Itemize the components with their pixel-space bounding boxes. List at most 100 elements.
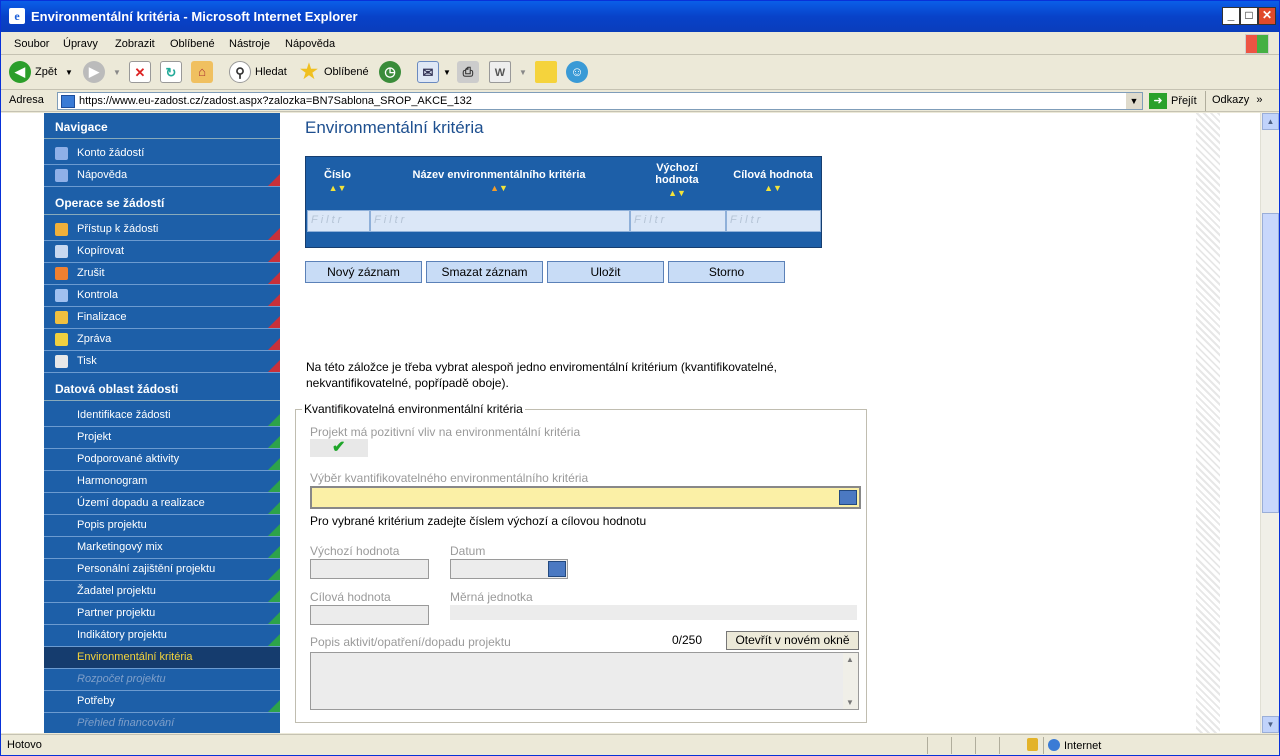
history-button[interactable]: ◷ bbox=[379, 60, 405, 84]
sidebar-item[interactable]: Projekt bbox=[44, 427, 280, 449]
sidebar-item[interactable]: Území dopadu a realizace bbox=[44, 493, 280, 515]
sidebar-item[interactable]: Přístup k žádosti bbox=[44, 219, 280, 241]
discuss-button[interactable] bbox=[535, 60, 561, 84]
save-button[interactable]: Uložit bbox=[547, 261, 664, 283]
sidebar-item[interactable]: Zpráva bbox=[44, 329, 280, 351]
refresh-icon: ↻ bbox=[160, 61, 182, 83]
address-dropdown-icon[interactable]: ▼ bbox=[1126, 93, 1142, 109]
sidebar-item[interactable]: Environmentální kritéria bbox=[44, 647, 280, 669]
status-triangle-icon bbox=[268, 502, 280, 514]
open-new-window-button[interactable]: Otevřít v novém okně bbox=[726, 631, 859, 650]
mail-button[interactable]: ✉ ▼ bbox=[417, 60, 451, 84]
criterion-select[interactable] bbox=[310, 486, 861, 509]
sidebar-item[interactable]: Kopírovat bbox=[44, 241, 280, 263]
favorites-button[interactable]: ★ Oblíbené bbox=[298, 60, 369, 84]
stop-button[interactable]: ✕ bbox=[129, 60, 155, 84]
mail-dropdown-icon[interactable]: ▼ bbox=[443, 68, 451, 77]
search-button[interactable]: ⚲ Hledat bbox=[229, 60, 287, 84]
print-button[interactable]: ⎙ bbox=[457, 60, 483, 84]
sidebar-item[interactable]: Identifikace žádosti bbox=[44, 405, 280, 427]
sidebar-item[interactable]: Potřeby bbox=[44, 691, 280, 713]
close-button[interactable]: ✕ bbox=[1258, 7, 1276, 25]
status-triangle-icon bbox=[268, 458, 280, 470]
menu-zobrazit[interactable]: Zobrazit bbox=[115, 38, 155, 50]
sidebar-item[interactable]: Nápověda bbox=[44, 165, 280, 187]
home-button[interactable]: ⌂ bbox=[191, 60, 217, 84]
sidebar-item[interactable]: Tisk bbox=[44, 351, 280, 373]
status-triangle-icon bbox=[268, 700, 280, 712]
sidebar-item[interactable]: Popis projektu bbox=[44, 515, 280, 537]
status-triangle-icon bbox=[268, 174, 280, 186]
sidebar-item[interactable]: Kontrola bbox=[44, 285, 280, 307]
filter-cilova[interactable]: Filtr bbox=[726, 210, 821, 232]
sidebar-item-label: Environmentální kritéria bbox=[77, 651, 193, 663]
col-cislo[interactable]: Číslo ▲▼ bbox=[306, 157, 369, 209]
col-vychozi[interactable]: Výchozí hodnota ▲▼ bbox=[629, 157, 725, 209]
back-dropdown-icon[interactable]: ▼ bbox=[65, 68, 73, 77]
address-input[interactable]: https://www.eu-zadost.cz/zadost.aspx?zal… bbox=[57, 92, 1143, 110]
back-button[interactable]: ◀ Zpět ▼ bbox=[9, 60, 73, 84]
address-url[interactable]: https://www.eu-zadost.cz/zadost.aspx?zal… bbox=[79, 95, 472, 107]
calendar-icon[interactable] bbox=[548, 561, 566, 577]
scroll-down-icon[interactable]: ▼ bbox=[1262, 716, 1279, 733]
filter-nazev[interactable]: Filtr bbox=[370, 210, 630, 232]
sidebar-item[interactable]: Žadatel projektu bbox=[44, 581, 280, 603]
messenger-button[interactable]: ☺ bbox=[566, 60, 592, 84]
textarea-scrollbar[interactable]: ▲ ▼ bbox=[843, 653, 858, 709]
edit-button[interactable]: W ▼ bbox=[489, 60, 527, 84]
menu-nastroje[interactable]: Nástroje bbox=[229, 38, 270, 50]
sidebar-item[interactable]: Přehled financování bbox=[44, 713, 280, 733]
scroll-thumb[interactable] bbox=[1262, 213, 1279, 513]
menu-napoveda[interactable]: Nápověda bbox=[285, 38, 335, 50]
edit-dropdown-icon[interactable]: ▼ bbox=[519, 68, 527, 77]
col-nazev[interactable]: Název environmentálního kritéria ▲▼ bbox=[369, 157, 629, 209]
minimize-button[interactable]: _ bbox=[1222, 7, 1240, 25]
maximize-button[interactable]: □ bbox=[1240, 7, 1258, 25]
sidebar-item[interactable]: Podporované aktivity bbox=[44, 449, 280, 471]
forward-button[interactable]: ▶ ▼ bbox=[83, 60, 121, 84]
status-divider bbox=[999, 737, 1000, 754]
status-triangle-icon bbox=[268, 316, 280, 328]
initial-value-input[interactable] bbox=[310, 559, 429, 579]
sort-arrows-icon[interactable]: ▲▼ bbox=[369, 183, 629, 193]
col-cilova[interactable]: Cílová hodnota ▲▼ bbox=[725, 157, 821, 209]
sidebar-item[interactable]: Konto žádostí bbox=[44, 143, 280, 165]
filter-vychozi[interactable]: Filtr bbox=[630, 210, 726, 232]
sidebar-item[interactable]: Marketingový mix bbox=[44, 537, 280, 559]
sidebar-item-label: Tisk bbox=[77, 355, 97, 367]
sort-arrows-icon[interactable]: ▲▼ bbox=[725, 183, 821, 193]
page-scrollbar[interactable]: ▲ ▼ bbox=[1260, 113, 1279, 733]
sidebar-item[interactable]: Zrušit bbox=[44, 263, 280, 285]
sidebar-item[interactable]: Partner projektu bbox=[44, 603, 280, 625]
cancel-button[interactable]: Storno bbox=[668, 261, 785, 283]
sort-arrows-icon[interactable]: ▲▼ bbox=[306, 183, 369, 193]
char-counter: 0/250 bbox=[672, 633, 703, 647]
refresh-button[interactable]: ↻ bbox=[160, 60, 186, 84]
description-textarea[interactable]: ▲ ▼ bbox=[310, 652, 859, 710]
new-record-button[interactable]: Nový záznam bbox=[305, 261, 422, 283]
links-button[interactable]: Odkazy » bbox=[1205, 91, 1262, 111]
go-button[interactable]: ➜ Přejít bbox=[1149, 91, 1197, 111]
positive-impact-checkbox[interactable]: ✔ bbox=[310, 439, 368, 457]
menu-soubor[interactable]: Soubor bbox=[14, 38, 49, 50]
forward-dropdown-icon[interactable]: ▼ bbox=[113, 68, 121, 77]
target-value-input[interactable] bbox=[310, 605, 429, 625]
menu-oblibene[interactable]: Oblíbené bbox=[170, 38, 215, 50]
sidebar-item[interactable]: Rozpočet projektu bbox=[44, 669, 280, 691]
scroll-up-icon[interactable]: ▲ bbox=[1262, 113, 1279, 130]
status-triangle-icon bbox=[268, 634, 280, 646]
menu-upravy[interactable]: Úpravy bbox=[63, 38, 98, 50]
col-cilova-label: Cílová hodnota bbox=[733, 169, 813, 181]
sidebar-item[interactable]: Finalizace bbox=[44, 307, 280, 329]
list-picker-icon[interactable] bbox=[839, 490, 857, 505]
sidebar-item[interactable]: Indikátory projektu bbox=[44, 625, 280, 647]
sidebar-item[interactable]: Harmonogram bbox=[44, 471, 280, 493]
scroll-up-icon[interactable]: ▲ bbox=[846, 655, 854, 664]
sidebar-item-label: Popis projektu bbox=[77, 519, 147, 531]
date-input[interactable] bbox=[450, 559, 568, 579]
scroll-down-icon[interactable]: ▼ bbox=[846, 698, 854, 707]
filter-cislo[interactable]: Filtr bbox=[307, 210, 370, 232]
sort-arrows-icon[interactable]: ▲▼ bbox=[629, 188, 725, 198]
sidebar-item[interactable]: Personální zajištění projektu bbox=[44, 559, 280, 581]
delete-record-button[interactable]: Smazat záznam bbox=[426, 261, 543, 283]
